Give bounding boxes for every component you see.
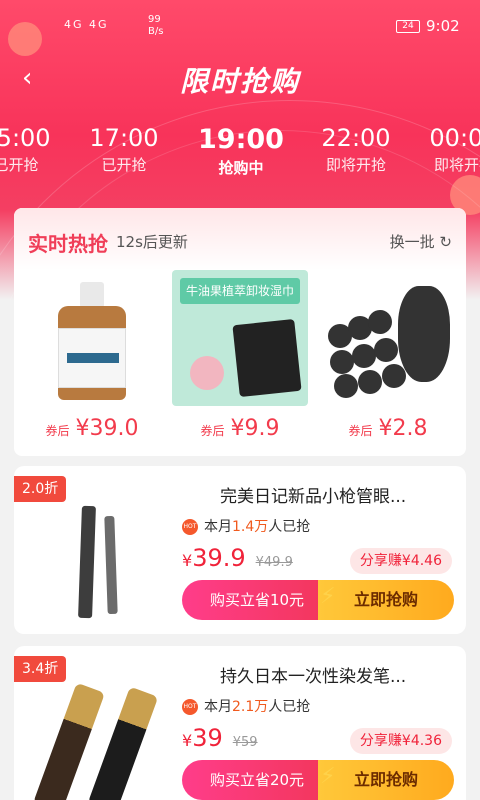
- page-title: 限时抢购: [179, 65, 300, 98]
- product-name: 持久日本一次性染发笔...: [220, 667, 407, 687]
- deal-card[interactable]: 3.4折 持久日本一次性染发笔... HOT 本月2.1万人已抢 ¥39 ¥59 分…: [14, 646, 466, 800]
- product-image: [24, 270, 160, 406]
- time-slot[interactable]: 00:00 即将开抢: [404, 124, 480, 175]
- clock: 9:02: [426, 17, 460, 35]
- buy-save-button[interactable]: 购买立省10元: [182, 580, 332, 620]
- time-slot-active[interactable]: 19:00 抢购中: [181, 124, 301, 178]
- product-price: 券后 ¥2.8: [348, 416, 428, 441]
- share-earn-button[interactable]: 分享赚¥4.46: [349, 548, 452, 574]
- hot-product[interactable]: 券后 ¥39.0: [24, 270, 160, 448]
- hot-product[interactable]: 牛油果植萃卸妆湿巾 券后 ¥9.9: [172, 270, 308, 448]
- lightning-icon: ⚡: [320, 584, 336, 609]
- hot-section: 实时热抢 12s后更新 换一批 ↻ 券后 ¥39.0 牛油果植萃卸妆湿巾 券后 ¥9…: [14, 208, 466, 456]
- product-price: ¥39.9 ¥49.9: [182, 544, 293, 572]
- discount-badge: 2.0折: [14, 476, 67, 502]
- swap-button[interactable]: 换一批 ↻: [390, 231, 452, 252]
- buy-save-button[interactable]: 购买立省20元: [182, 760, 332, 800]
- status-bar: 4G 4G 99 B/s 24 9:02: [0, 0, 480, 52]
- product-price: ¥39 ¥59: [182, 724, 258, 752]
- time-slot[interactable]: 17:00 已开抢: [64, 124, 184, 175]
- share-earn-button[interactable]: 分享赚¥4.36: [349, 728, 452, 754]
- time-slot[interactable]: 22:00 即将开抢: [296, 124, 416, 175]
- product-price: 券后 ¥39.0: [45, 416, 139, 441]
- sold-count: HOT 本月1.4万人已抢: [182, 519, 311, 535]
- product-price: 券后 ¥9.9: [200, 416, 280, 441]
- net-speed: 99 B/s: [148, 14, 164, 37]
- buy-now-button[interactable]: 立即抢购: [318, 580, 454, 620]
- hot-icon: HOT: [182, 519, 198, 535]
- product-image: [320, 270, 456, 406]
- hot-subtitle: 12s后更新: [116, 233, 188, 251]
- refresh-icon: ↻: [439, 233, 452, 251]
- deal-card[interactable]: 2.0折 完美日记新品小枪管眼... HOT 本月1.4万人已抢 ¥39.9 ¥49…: [14, 466, 466, 634]
- lightning-icon: ⚡: [320, 764, 336, 789]
- hot-product[interactable]: 券后 ¥2.8: [320, 270, 456, 448]
- buy-now-button[interactable]: 立即抢购: [318, 760, 454, 800]
- signal-icon: 4G 4G: [64, 18, 109, 31]
- discount-badge: 3.4折: [14, 656, 67, 682]
- hot-icon: HOT: [182, 699, 198, 715]
- product-image: 牛油果植萃卸妆湿巾: [172, 270, 308, 406]
- buy-bar: 购买立省10元 立即抢购 ⚡: [182, 580, 454, 620]
- sold-count: HOT 本月2.1万人已抢: [182, 699, 311, 715]
- hot-header: 实时热抢 12s后更新 换一批 ↻: [14, 208, 466, 270]
- hot-title: 实时热抢: [28, 232, 108, 256]
- buy-bar: 购买立省20元 立即抢购 ⚡: [182, 760, 454, 800]
- battery-icon: 24: [396, 20, 420, 33]
- product-name: 完美日记新品小枪管眼...: [220, 487, 407, 507]
